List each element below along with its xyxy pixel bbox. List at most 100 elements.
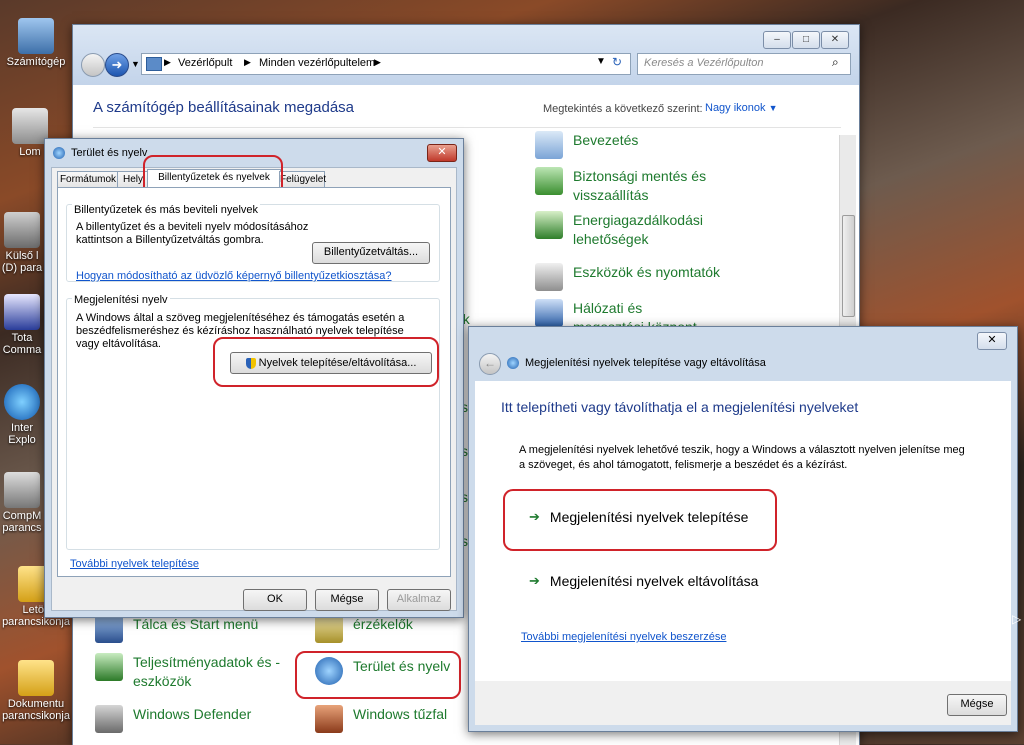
desktop-icon-totalcmd[interactable]: Tota Comma [0, 294, 44, 356]
cp-item-defender[interactable]: Windows Defender [95, 705, 251, 733]
desktop-icon-label: Tota Comma [2, 332, 42, 356]
cancel-button[interactable]: Mégse [947, 694, 1007, 716]
recycle-bin-icon [12, 108, 48, 144]
cp-item-firewall[interactable]: Windows tűzfal [315, 705, 447, 733]
cp-item-performance[interactable]: Teljesítményadatok és -eszközök [95, 653, 295, 691]
highlight-install-button [213, 337, 439, 387]
green-arrow-icon: ➔ [529, 573, 540, 588]
total-commander-icon [4, 294, 40, 330]
highlight-region-item [295, 651, 461, 699]
desktop-icon-label: Inter Explo [8, 422, 36, 446]
cp-item-bevezetes[interactable]: Bevezetés [535, 131, 638, 159]
breadcrumb-item[interactable]: Vezérlőpult [178, 57, 232, 69]
network-icon [535, 299, 563, 327]
desktop-icon-label: CompM parancs [2, 510, 42, 534]
computer-management-icon [4, 472, 40, 508]
refresh-icon[interactable]: ↻ [612, 55, 622, 69]
cp-item-power[interactable]: Energiagazdálkodási lehetőségek [535, 211, 735, 249]
chevron-down-icon[interactable]: ▼ [131, 59, 140, 69]
more-languages-link[interactable]: További nyelvek telepítése [70, 558, 199, 570]
printer-icon [535, 263, 563, 291]
taskbar-icon [95, 615, 123, 643]
search-icon[interactable]: ⌕ [832, 55, 839, 70]
view-dropdown[interactable]: Nagy ikonok ▼ [705, 102, 778, 114]
display-language-title: Megjelenítési nyelv [72, 294, 170, 306]
scrollbar-thumb[interactable] [842, 215, 855, 317]
close-button[interactable]: ✕ [977, 332, 1007, 350]
desktop-icon-label: Külső l (D) para [1, 250, 43, 274]
cp-item-devices[interactable]: Eszközök és nyomtatók [535, 263, 720, 291]
display-languages-dialog: ✕ ← Megjelenítési nyelvek telepítése vag… [468, 326, 1018, 732]
cp-item-label: Energiagazdálkodási lehetőségek [573, 212, 703, 247]
cancel-button[interactable]: Mégse [315, 589, 379, 611]
globe-icon [507, 357, 519, 369]
internet-explorer-icon [4, 384, 40, 420]
cp-item-sensors[interactable]: érzékelők [315, 615, 413, 643]
minimize-button[interactable]: – [763, 31, 791, 49]
tab-administrative[interactable]: Felügyelet [279, 171, 326, 188]
cp-item-label: Bevezetés [573, 132, 639, 148]
maximize-button[interactable]: □ [792, 31, 820, 49]
keyboard-group-title: Billentyűzetek és más beviteli nyelvek [72, 204, 261, 216]
highlight-install-option [503, 489, 777, 551]
back-button[interactable]: ← [479, 353, 501, 375]
desktop-icon-computer[interactable]: Számítógép [0, 18, 72, 68]
firewall-icon [315, 705, 343, 733]
region-dialog: Terület és nyelv ✕ Formátumok Hely Bille… [44, 138, 464, 618]
cp-item-label: Windows tűzfal [353, 706, 448, 722]
breadcrumb-arrow-icon: ▶ [164, 57, 171, 67]
breadcrumb-item[interactable]: Minden vezérlőpultelem [259, 57, 375, 69]
dialog-description: A megjelenítési nyelvek lehetővé teszik,… [519, 444, 965, 471]
get-more-languages-link[interactable]: További megjelenítési nyelvek beszerzése [521, 631, 726, 643]
computer-icon [18, 18, 54, 54]
dialog-title: Terület és nyelv [71, 147, 148, 159]
performance-icon [95, 653, 123, 681]
remove-languages-option[interactable]: ➔ Megjelenítési nyelvek eltávolítása [529, 573, 758, 589]
cursor-icon: ▷ [1012, 612, 1022, 626]
cp-item-taskbar[interactable]: Tálca és Start menü [95, 615, 258, 643]
tab-formats[interactable]: Formátumok [57, 171, 119, 188]
drive-icon [4, 212, 40, 248]
forward-button[interactable]: ➜ [105, 53, 129, 77]
chevron-down-icon: ▼ [768, 103, 778, 113]
dialog-title: Megjelenítési nyelvek telepítése vagy el… [525, 357, 766, 369]
cp-item-label: Biztonsági mentés és visszaállítás [573, 168, 707, 203]
search-input[interactable]: Keresés a Vezérlőpulton ⌕ [637, 53, 851, 75]
dialog-heading: Itt telepítheti vagy távolíthatja el a m… [501, 399, 859, 415]
ok-button[interactable]: OK [243, 589, 307, 611]
globe-icon [53, 147, 65, 159]
power-options-icon [535, 211, 563, 239]
desktop-icon-label: Számítógép [6, 56, 66, 68]
breadcrumb-arrow-icon: ▶ [374, 57, 381, 67]
desktop-icon-drive[interactable]: Külső l (D) para [0, 212, 44, 274]
control-panel-icon [146, 57, 162, 71]
breadcrumb-arrow-icon: ▶ [244, 57, 251, 67]
page-title: A számítógép beállításainak megadása [93, 99, 354, 116]
close-button[interactable]: ✕ [821, 31, 849, 49]
address-dropdown-icon[interactable]: ▼ [596, 56, 606, 67]
desktop-icon-label: Lom [19, 146, 41, 158]
desktop-icon-documents[interactable]: Dokumentu parancsikonja [0, 660, 72, 722]
apply-button[interactable]: Alkalmaz [387, 589, 451, 611]
dialog-footer [475, 681, 1011, 725]
cp-item-backup[interactable]: Biztonsági mentés és visszaállítás [535, 167, 745, 205]
folder-icon [18, 660, 54, 696]
search-placeholder: Keresés a Vezérlőpulton [644, 57, 764, 69]
desktop-icon-label: Dokumentu parancsikonja [2, 698, 70, 722]
close-button[interactable]: ✕ [427, 144, 457, 162]
change-keyboards-button[interactable]: Billentyűzetváltás... [312, 242, 430, 264]
keyboard-group-text: A billentyűzet és a beviteli nyelv módos… [76, 221, 309, 246]
desktop-icon-ie[interactable]: Inter Explo [0, 384, 44, 446]
welcome-screen-link[interactable]: Hogyan módosítható az üdvözlő képernyő b… [76, 270, 392, 282]
cp-item-label: Eszközök és nyomtatók [573, 264, 721, 280]
option-label: Megjelenítési nyelvek eltávolítása [549, 573, 759, 589]
view-label: Megtekintés a következő szerint: [543, 103, 703, 115]
address-bar[interactable]: ▶ Vezérlőpult ▶ Minden vezérlőpultelem ▶… [141, 53, 631, 75]
backup-icon [535, 167, 563, 195]
desktop-icon-compmgmt[interactable]: CompM parancs [0, 472, 44, 534]
defender-icon [95, 705, 123, 733]
back-button[interactable] [81, 53, 105, 77]
cp-item-label: Windows Defender [133, 706, 252, 722]
divider [93, 127, 841, 128]
getting-started-icon [535, 131, 563, 159]
